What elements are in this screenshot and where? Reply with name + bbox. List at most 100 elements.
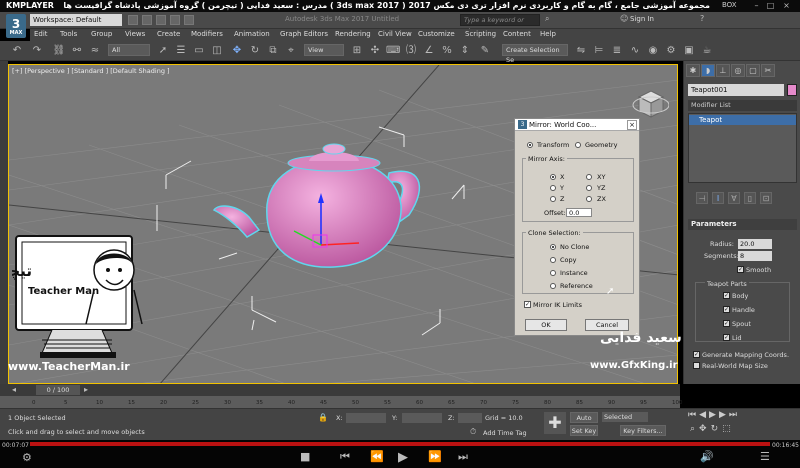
axis-z-radio[interactable] <box>550 196 556 202</box>
parameters-rollout-header[interactable]: Parameters <box>688 219 797 230</box>
handle-checkbox[interactable]: ✓ <box>723 306 730 313</box>
viewcube-icon[interactable] <box>629 83 669 123</box>
z-coord-field[interactable] <box>458 413 482 423</box>
player-settings-icon[interactable]: ⚙ <box>22 451 32 464</box>
segments-spinner[interactable]: 8 <box>738 251 772 261</box>
angle-snap-icon[interactable]: ∠ <box>422 44 436 58</box>
material-editor-icon[interactable]: ◉ <box>646 44 660 58</box>
player-prev-icon[interactable]: ⏮ <box>340 450 350 464</box>
object-color-swatch[interactable] <box>787 84 797 96</box>
axis-x-radio[interactable] <box>550 174 556 180</box>
menu-group[interactable]: Group <box>91 30 112 38</box>
player-stop-icon[interactable]: ■ <box>300 450 310 463</box>
player-menu-icon[interactable]: ☰ <box>760 450 770 463</box>
volume-icon[interactable]: 🔊 <box>700 450 714 463</box>
menu-scripting[interactable]: Scripting <box>465 30 496 38</box>
save-file-icon[interactable] <box>156 15 166 25</box>
pivot-icon[interactable]: ⊞ <box>350 44 364 58</box>
lock-selection-icon[interactable]: 🔒 <box>318 413 328 422</box>
reference-coord-dropdown[interactable]: View <box>304 44 344 56</box>
add-time-tag[interactable]: Add Time Tag <box>483 429 527 437</box>
motion-tab-icon[interactable]: ◎ <box>731 64 745 77</box>
menu-create[interactable]: Create <box>157 30 180 38</box>
create-tab-icon[interactable]: ✱ <box>686 64 700 77</box>
time-slider[interactable] <box>0 384 680 396</box>
playback-controls-icon[interactable]: ⏮◀▶▶⏭ <box>688 410 740 420</box>
menu-help[interactable]: Help <box>540 30 556 38</box>
viewport-label[interactable]: [+] [Perspective ] [Standard ] [Default … <box>12 67 170 75</box>
reference-radio[interactable] <box>550 283 556 289</box>
smooth-checkbox[interactable]: ✓ <box>737 266 744 273</box>
maximize-icon[interactable]: □ <box>766 1 775 10</box>
player-next-icon[interactable]: ⏭ <box>458 450 468 464</box>
instance-radio[interactable] <box>550 270 556 276</box>
key-filters-button[interactable]: Key Filters... <box>620 425 666 436</box>
curve-editor-icon[interactable]: ∿ <box>628 44 642 58</box>
search-input[interactable]: Type a keyword or phrase <box>460 14 540 35</box>
ok-button[interactable]: OK <box>525 319 567 331</box>
close-icon[interactable]: × <box>782 1 791 10</box>
axis-zx-radio[interactable] <box>586 196 592 202</box>
edit-named-sets-icon[interactable]: ✎ <box>478 44 492 58</box>
menu-civil-view[interactable]: Civil View <box>378 30 412 38</box>
select-object-icon[interactable]: ➚ <box>156 44 170 58</box>
viewport-nav-icon[interactable]: ⌕✥↻⬚ <box>690 424 735 434</box>
rectangular-selection-icon[interactable]: ▭ <box>192 44 206 58</box>
time-slider-prev-icon[interactable]: ◂ <box>12 385 16 394</box>
modifier-list-dropdown[interactable]: Modifier List <box>688 100 797 111</box>
player-play-icon[interactable]: ▶ <box>398 450 408 465</box>
spout-checkbox[interactable]: ✓ <box>723 320 730 327</box>
no-clone-radio[interactable] <box>550 244 556 250</box>
window-crossing-icon[interactable]: ◫ <box>210 44 224 58</box>
percent-snap-icon[interactable]: % <box>440 44 454 58</box>
show-end-result-icon[interactable]: I <box>712 192 724 204</box>
y-coord-field[interactable] <box>402 413 442 423</box>
search-icon[interactable]: ⌕ <box>545 14 549 24</box>
align-icon[interactable]: ⊨ <box>592 44 606 58</box>
axis-yz-radio[interactable] <box>586 185 592 191</box>
axis-y-radio[interactable] <box>550 185 556 191</box>
render-setup-icon[interactable]: ⚙ <box>664 44 678 58</box>
layer-explorer-icon[interactable]: ≣ <box>610 44 624 58</box>
offset-spinner[interactable]: 0.0 <box>566 208 592 217</box>
configure-sets-icon[interactable]: ⊡ <box>760 192 772 204</box>
selection-filter-dropdown[interactable]: All <box>108 44 150 56</box>
render-icon[interactable]: ☕ <box>700 44 714 58</box>
make-unique-icon[interactable]: ∀ <box>728 192 740 204</box>
player-rewind-icon[interactable]: ⏪ <box>370 450 384 463</box>
lid-checkbox[interactable]: ✓ <box>723 334 730 341</box>
remove-modifier-icon[interactable]: ▯ <box>744 192 756 204</box>
scale-icon[interactable]: ⧉ <box>266 44 280 58</box>
axis-xy-radio[interactable] <box>586 174 592 180</box>
menu-edit[interactable]: Edit <box>34 30 48 38</box>
object-name-field[interactable]: Teapot001 <box>688 84 784 96</box>
minimize-icon[interactable]: – <box>752 1 761 10</box>
time-tag-icon[interactable]: ⏱ <box>470 427 476 437</box>
dialog-close-icon[interactable]: × <box>627 120 637 130</box>
utilities-tab-icon[interactable]: ✂ <box>761 64 775 77</box>
workspace-dropdown[interactable]: Workspace: Default <box>30 14 122 26</box>
new-scene-icon[interactable] <box>128 15 138 25</box>
keyboard-shortcut-icon[interactable]: ⌨ <box>386 44 400 58</box>
hierarchy-tab-icon[interactable]: ⊥ <box>716 64 730 77</box>
teapot-object[interactable] <box>212 143 420 268</box>
max-logo[interactable]: 3 MAX <box>6 14 26 38</box>
player-forward-icon[interactable]: ⏩ <box>428 450 442 463</box>
menu-views[interactable]: Views <box>125 30 145 38</box>
menu-content[interactable]: Content <box>503 30 531 38</box>
frame-counter[interactable]: 0 / 100 <box>36 385 80 395</box>
snaps-toggle-icon[interactable]: ⑶ <box>404 44 418 58</box>
generate-mapping-checkbox[interactable]: ✓ <box>693 351 700 358</box>
radius-spinner[interactable]: 20.0 <box>738 239 772 249</box>
mirror-icon[interactable]: ⇋ <box>574 44 588 58</box>
player-box-tag[interactable]: BOX <box>722 1 737 9</box>
menu-customize[interactable]: Customize <box>418 30 455 38</box>
menu-modifiers[interactable]: Modifiers <box>191 30 223 38</box>
mirror-ik-checkbox[interactable]: ✓ <box>524 301 531 308</box>
link-icon[interactable]: ⛓ <box>52 44 66 58</box>
body-checkbox[interactable]: ✓ <box>723 292 730 299</box>
menu-rendering[interactable]: Rendering <box>335 30 371 38</box>
selected-dropdown[interactable]: Selected <box>602 412 648 422</box>
redo-icon[interactable]: ↷ <box>30 44 44 58</box>
transform-radio[interactable] <box>527 142 533 148</box>
